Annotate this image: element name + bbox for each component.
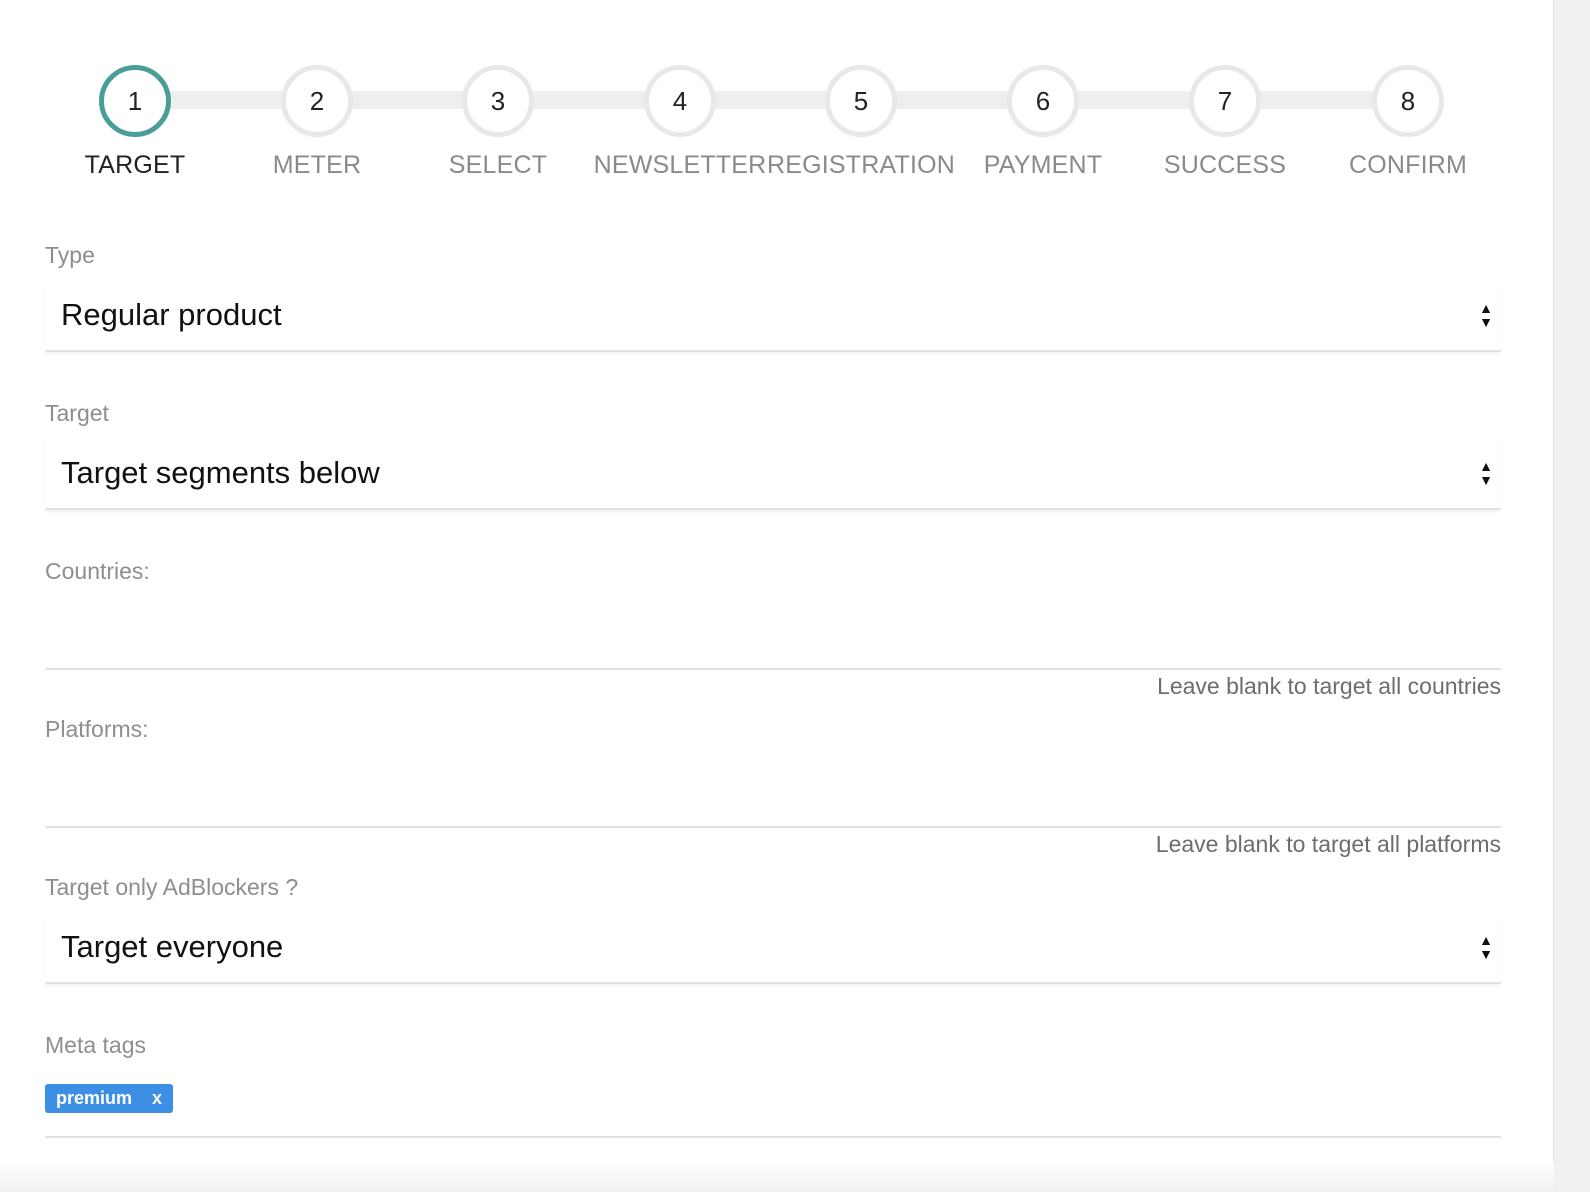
countries-label: Countries: [45, 558, 150, 584]
type-label: Type [45, 242, 95, 268]
target-select[interactable]: Target segments below ▲ ▼ [45, 438, 1501, 510]
wizard-stepper: 1 TARGET 2 METER 3 SELECT 4 NEWSLETTER 5… [0, 0, 1554, 200]
select-arrows-icon: ▲ ▼ [1479, 300, 1493, 330]
step-label: METER [272, 151, 362, 179]
step-number: 6 [1007, 65, 1079, 137]
type-select-value: Regular product [61, 297, 282, 332]
select-arrows-icon: ▲ ▼ [1479, 932, 1493, 962]
type-select[interactable]: Regular product ▲ ▼ [45, 280, 1501, 352]
meta-tags-label: Meta tags [45, 1032, 146, 1058]
platforms-label: Platforms: [45, 716, 149, 742]
adblockers-label: Target only AdBlockers ? [45, 874, 299, 900]
step-confirm[interactable]: 8 CONFIRM [1308, 65, 1508, 180]
step-target[interactable]: 1 TARGET [35, 65, 235, 180]
step-label: CONFIRM [1348, 151, 1468, 179]
step-number: 2 [281, 65, 353, 137]
meta-tag-text: premium [56, 1088, 133, 1108]
step-label: REGISTRATION [766, 151, 956, 179]
platforms-hint: Leave blank to target all platforms [1155, 831, 1501, 857]
select-arrows-icon: ▲ ▼ [1479, 458, 1493, 488]
step-success[interactable]: 7 SUCCESS [1125, 65, 1325, 180]
countries-input[interactable] [45, 612, 1501, 670]
step-number: 4 [644, 65, 716, 137]
step-payment[interactable]: 6 PAYMENT [943, 65, 1143, 180]
step-number: 3 [462, 65, 534, 137]
step-label: TARGET [84, 151, 186, 179]
meta-tag-chip: premium x [45, 1084, 174, 1113]
target-select-value: Target segments below [61, 455, 380, 490]
meta-tags-input[interactable] [45, 1136, 1501, 1138]
step-select[interactable]: 3 SELECT [398, 65, 598, 180]
step-number: 8 [1372, 65, 1444, 137]
adblockers-select-value: Target everyone [61, 929, 284, 964]
step-number: 1 [99, 65, 171, 137]
adblockers-select[interactable]: Target everyone ▲ ▼ [45, 912, 1501, 984]
page-bottom-fade [0, 1162, 1554, 1192]
step-number: 7 [1189, 65, 1261, 137]
step-label: SUCCESS [1163, 151, 1287, 179]
step-label: SELECT [448, 151, 548, 179]
scrollbar[interactable] [1553, 0, 1590, 1192]
step-number: 5 [825, 65, 897, 137]
step-registration[interactable]: 5 REGISTRATION [761, 65, 961, 180]
step-label: NEWSLETTER [593, 151, 767, 179]
step-newsletter[interactable]: 4 NEWSLETTER [580, 65, 780, 180]
platforms-input[interactable] [45, 770, 1501, 828]
step-meter[interactable]: 2 METER [217, 65, 417, 180]
step-label: PAYMENT [983, 151, 1103, 179]
meta-tag-remove-button[interactable]: x [152, 1088, 162, 1109]
target-label: Target [45, 400, 109, 426]
countries-hint: Leave blank to target all countries [1157, 673, 1501, 699]
